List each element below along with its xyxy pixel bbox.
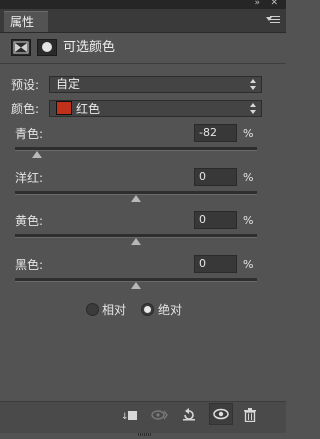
cyan-slider-thumb[interactable]	[31, 151, 42, 158]
divider	[0, 63, 286, 64]
relative-label[interactable]: 相对	[102, 302, 126, 318]
magenta-percent-label: %	[243, 171, 254, 184]
relative-radio[interactable]	[86, 303, 99, 316]
visibility-toggle-button[interactable]	[209, 403, 233, 425]
panel-top-strip: » ✕	[0, 0, 286, 9]
slider-label-magenta: 洋红:	[15, 171, 44, 185]
visibility-eye-icon	[213, 408, 229, 420]
slider-label-cyan: 青色:	[15, 127, 44, 141]
panel-menu-icon[interactable]	[266, 14, 280, 26]
slider-label-black: 黑色:	[15, 258, 44, 272]
select-arrows-icon	[250, 78, 257, 91]
svg-text:↓: ↓	[121, 412, 129, 422]
close-icon[interactable]: ✕	[270, 0, 278, 9]
preset-value: 自定	[56, 77, 81, 91]
colors-select[interactable]: 红色	[49, 100, 262, 117]
slider-label-yellow: 黄色:	[15, 214, 44, 228]
preset-select[interactable]: 自定	[49, 76, 262, 93]
absolute-radio[interactable]	[141, 303, 154, 316]
yellow-value-field[interactable]: 0	[194, 211, 237, 229]
yellow-percent-label: %	[243, 214, 254, 227]
black-value-field[interactable]: 0	[194, 255, 237, 273]
select-arrows-icon	[250, 102, 257, 115]
colors-value: 红色	[76, 102, 101, 116]
reset-icon[interactable]	[180, 408, 198, 422]
yellow-slider-thumb[interactable]	[131, 238, 141, 245]
color-swatch	[56, 101, 72, 115]
magenta-value-field[interactable]: 0	[194, 168, 237, 186]
panel-header: 可选颜色	[0, 33, 286, 61]
layer-mask-icon[interactable]	[37, 39, 57, 56]
resize-grip[interactable]	[138, 425, 152, 436]
method-radio-group: 相对 绝对	[0, 301, 286, 321]
absolute-label[interactable]: 绝对	[158, 302, 182, 318]
magenta-slider-thumb[interactable]	[131, 195, 141, 202]
colors-label: 颜色:	[11, 102, 40, 116]
panel-tab-row: 属性	[0, 9, 286, 33]
cyan-value-field[interactable]: -82	[194, 124, 237, 142]
cyan-slider-track[interactable]	[15, 147, 257, 151]
black-percent-label: %	[243, 258, 254, 271]
trash-icon[interactable]	[241, 408, 259, 423]
tab-properties[interactable]: 属性	[4, 11, 48, 32]
panel-title: 可选颜色	[63, 40, 116, 55]
double-chevron-right-icon[interactable]: »	[254, 0, 260, 9]
preset-label: 预设:	[11, 78, 40, 92]
cyan-percent-label: %	[243, 127, 254, 140]
clip-to-layer-icon[interactable]: ↓	[121, 408, 139, 422]
view-previous-state-icon[interactable]	[150, 408, 168, 422]
black-slider-thumb[interactable]	[131, 282, 141, 289]
adjustment-layer-icon[interactable]	[11, 39, 31, 56]
